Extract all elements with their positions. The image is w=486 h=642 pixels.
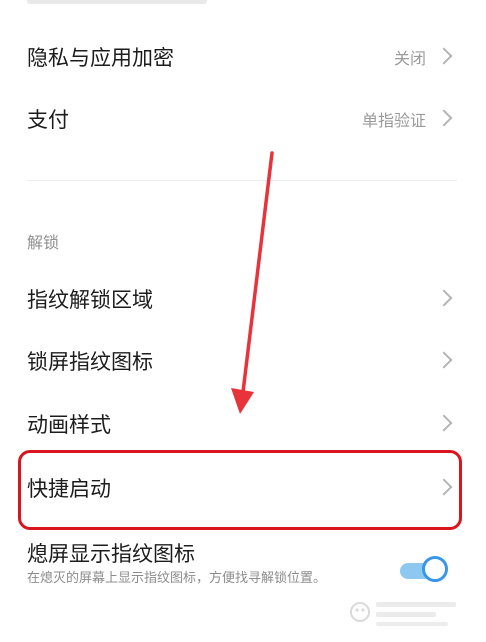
- row-label-animation: 动画样式: [27, 413, 111, 437]
- screen-off-fingerprint-toggle[interactable]: [400, 556, 454, 586]
- row-lockscreen-fingerprint-icon[interactable]: 锁屏指纹图标: [0, 330, 486, 392]
- section-divider: [27, 180, 457, 181]
- chevron-right-icon: [435, 47, 453, 65]
- section-header-unlock: 解锁: [27, 233, 60, 252]
- chevron-right-icon: [435, 289, 453, 307]
- row-privacy-app-encryption[interactable]: 隐私与应用加密 关闭: [0, 26, 486, 88]
- row-payment[interactable]: 支付 单指验证: [0, 88, 486, 150]
- row-label-fingerprint-area: 指纹解锁区域: [27, 288, 153, 312]
- toggle-title-screen-off-icon: 熄屏显示指纹图标: [27, 542, 195, 566]
- row-label-payment: 支付: [27, 108, 69, 132]
- row-value-privacy: 关闭: [393, 49, 426, 68]
- row-label-quick-launch: 快捷启动: [27, 477, 111, 501]
- row-quick-launch[interactable]: 快捷启动: [0, 457, 486, 519]
- row-label-privacy: 隐私与应用加密: [27, 46, 174, 70]
- watermark-logo-icon: [350, 602, 456, 626]
- top-row-remnant: [27, 0, 207, 4]
- chevron-right-icon: [435, 478, 453, 496]
- row-fingerprint-unlock-area[interactable]: 指纹解锁区域: [0, 268, 486, 330]
- row-label-lockscreen-icon: 锁屏指纹图标: [27, 350, 153, 374]
- toggle-description: 在熄灭的屏幕上显示指纹图标，方便找寻解锁位置。: [27, 571, 327, 586]
- row-animation-style[interactable]: 动画样式: [0, 393, 486, 455]
- row-value-payment: 单指验证: [361, 111, 426, 130]
- chevron-right-icon: [435, 351, 453, 369]
- toggle-thumb: [422, 556, 448, 582]
- chevron-right-icon: [435, 414, 453, 432]
- chevron-right-icon: [435, 109, 453, 127]
